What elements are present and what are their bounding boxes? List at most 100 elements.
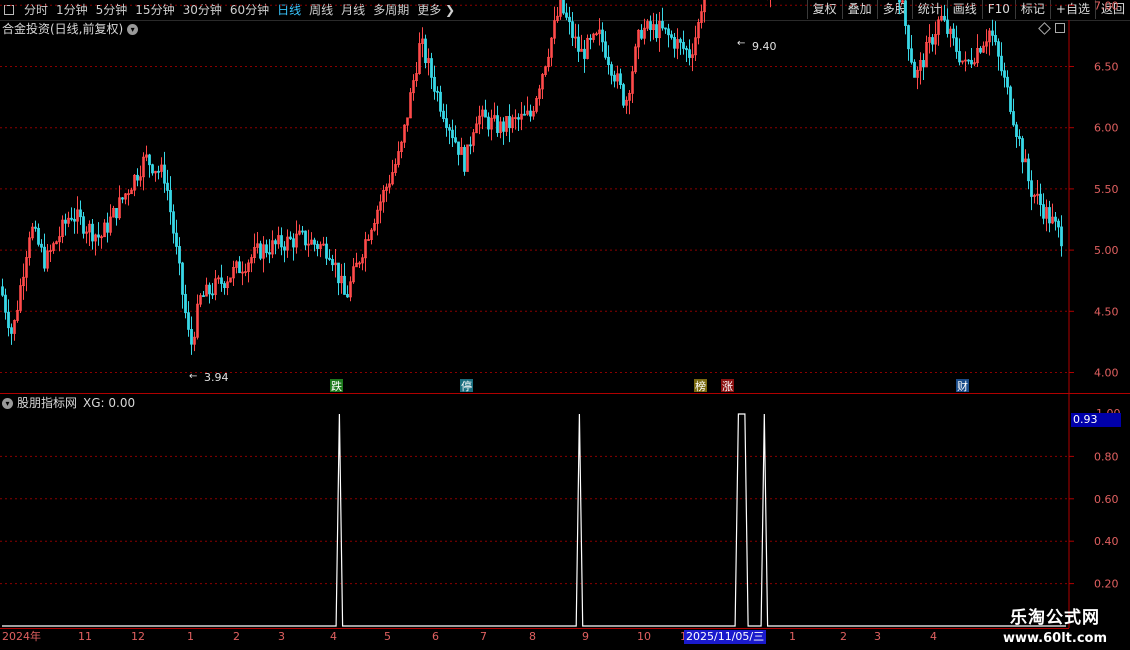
candle-body (451, 129, 454, 139)
candle-body (1000, 55, 1003, 72)
candle-body (589, 37, 592, 40)
candle-body (1003, 70, 1006, 78)
marker-limit[interactable]: 停 (461, 379, 472, 393)
marker-rank[interactable]: 榜 (695, 379, 706, 393)
candle-body (484, 109, 487, 118)
candle-body (202, 295, 205, 297)
candle-body (496, 115, 499, 133)
indicator-ticks: 1.00 0.800.600.400.20 (1069, 407, 1121, 591)
x-label: 1 (789, 630, 796, 643)
candle-body (664, 27, 667, 30)
candle-body (148, 154, 151, 166)
candle-body (97, 234, 100, 238)
candle-body (583, 48, 586, 59)
candle-body (1060, 226, 1063, 247)
candle-body (157, 170, 160, 173)
candle-body (184, 293, 187, 314)
candle-body (571, 21, 574, 38)
candle-body (445, 118, 448, 129)
candle-body (430, 58, 433, 78)
candle-body (931, 37, 934, 45)
candle-body (121, 197, 124, 200)
marker-rise[interactable]: 涨 (722, 380, 733, 393)
candle-body (994, 34, 997, 43)
candle-body (649, 21, 652, 30)
x-label: 6 (432, 630, 439, 643)
candle-body (259, 243, 262, 259)
candle-body (997, 41, 1000, 57)
candle-body (439, 91, 442, 112)
candle-body (301, 230, 304, 233)
candle-body (487, 116, 490, 130)
x-label: 3 (278, 630, 285, 643)
candle-body (907, 25, 910, 50)
candle-body (1021, 138, 1024, 163)
candle-body (1027, 158, 1030, 182)
watermark-title: 乐淘公式网 (1010, 608, 1100, 628)
x-label: 4 (930, 630, 937, 643)
candle-body (952, 28, 955, 39)
candle-body (7, 311, 10, 329)
candle-body (187, 312, 190, 330)
candle-body (1030, 180, 1033, 197)
candle-body (343, 275, 346, 295)
low-arrow-icon: ← (189, 371, 197, 382)
indicator-tick-label: 0.20 (1094, 578, 1119, 591)
candle-body (106, 222, 109, 233)
candle-body (562, 0, 565, 14)
candle-body (508, 116, 511, 129)
candle-body (1057, 220, 1060, 228)
indicator-title: 股朋指标网 (17, 396, 78, 410)
candle-body (115, 208, 118, 219)
x-label: 5 (384, 630, 391, 643)
candle-body (325, 243, 328, 259)
candle-body (1012, 111, 1015, 126)
x-label-cursor-date: 2025/11/05/三 (684, 630, 767, 644)
candle-body (4, 294, 7, 313)
candle-body (175, 232, 178, 247)
price-grid (0, 4, 1069, 585)
candle-body (604, 41, 607, 58)
candle-body (274, 240, 277, 245)
x-label: 1 (187, 630, 194, 643)
candle-body (913, 61, 916, 78)
candle-body (568, 16, 571, 23)
chevron-down-icon[interactable]: ▾ (2, 397, 13, 409)
candle-body (1042, 204, 1045, 219)
candle-body (1048, 207, 1051, 224)
candle-body (1, 286, 4, 296)
candle-body (181, 262, 184, 295)
candle-body (670, 34, 673, 38)
candle-body (517, 117, 520, 120)
candle-body (601, 29, 604, 43)
marker-fall[interactable]: 跌 (331, 379, 342, 393)
candle-body (169, 189, 172, 213)
x-label: 11 (78, 630, 92, 643)
candle-body (313, 239, 316, 245)
x-label: 7 (480, 630, 487, 643)
candle-body (523, 113, 526, 116)
candle-body (946, 19, 949, 34)
candle-body (679, 39, 682, 43)
candle-body (454, 137, 457, 143)
date-axis: 2024年 11 12 1 2 3 4 5 6 7 8 9 10 1 2025/… (0, 630, 1000, 644)
candle-body (565, 12, 568, 18)
candle-body (283, 246, 286, 251)
candle-body (463, 147, 466, 172)
candle-body (661, 20, 664, 29)
candle-body (289, 236, 292, 240)
candle-body (190, 329, 193, 345)
price-tick-label: 5.00 (1094, 244, 1119, 257)
candle-body (577, 36, 580, 52)
candle-body (1009, 86, 1012, 112)
candle-body (37, 227, 40, 245)
candle-body (673, 36, 676, 49)
candle-body (136, 174, 139, 181)
watermark-url: www.60lt.com (1002, 631, 1108, 646)
candle-body (433, 76, 436, 92)
marker-finance[interactable]: 财 (957, 379, 968, 393)
price-tick-label: 6.50 (1094, 61, 1119, 74)
kline-chart[interactable]: 9.008.508.007.507.006.506.005.505.004.50… (0, 0, 1130, 650)
candle-body (979, 48, 982, 53)
candle-body (667, 28, 670, 36)
